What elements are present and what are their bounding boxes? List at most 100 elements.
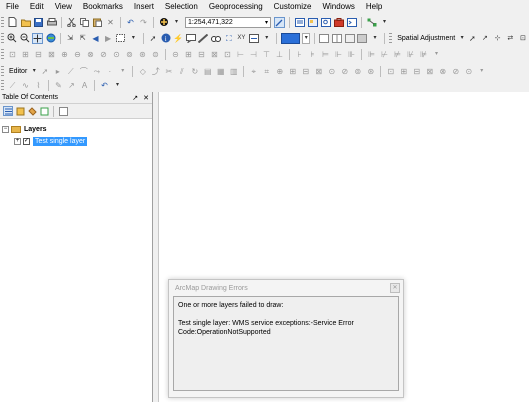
dropdown-arrow-icon[interactable]: ▾ <box>302 32 311 44</box>
layout-tool-1-icon[interactable]: ⊡ <box>7 49 18 60</box>
draw-polyline-icon[interactable]: ⌇ <box>33 80 44 91</box>
undo-icon[interactable]: ↶ <box>125 17 136 28</box>
georef-tool-8-icon[interactable]: ⊘ <box>339 66 350 77</box>
draw-text-icon[interactable]: A <box>79 80 90 91</box>
layout-tool-15-icon[interactable]: ⊟ <box>196 49 207 60</box>
georef-tool-3-icon[interactable]: ⊕ <box>274 66 285 77</box>
delete-icon[interactable]: ✕ <box>105 17 116 28</box>
layout-tool-7-icon[interactable]: ⊗ <box>85 49 96 60</box>
spatial-adjustment-menu[interactable]: Spatial Adjustment <box>394 33 458 44</box>
measure-icon[interactable] <box>198 33 209 44</box>
time-slider-icon[interactable] <box>249 33 260 44</box>
attributes-icon[interactable]: ▤ <box>202 66 213 77</box>
draw-arrow-icon[interactable]: ↗ <box>66 80 77 91</box>
split-tool-icon[interactable]: ⫽ <box>176 66 187 77</box>
layout-tool-17-icon[interactable]: ⊡ <box>222 49 233 60</box>
new-document-icon[interactable] <box>7 17 18 28</box>
draw-line-icon[interactable]: ⟋ <box>7 80 18 91</box>
cut-polygons-icon[interactable]: ✂ <box>163 66 174 77</box>
python-window-icon[interactable] <box>346 17 357 28</box>
save-icon[interactable] <box>33 17 44 28</box>
effects-icon[interactable] <box>319 33 330 44</box>
adjust-tool-2-icon[interactable]: ⊞ <box>398 66 409 77</box>
georef-tool-2-icon[interactable]: ⌗ <box>261 66 272 77</box>
dropdown-arrow-icon[interactable]: ▾ <box>431 49 442 60</box>
edit-vertices-icon[interactable]: ◇ <box>137 66 148 77</box>
select-elements-icon[interactable]: ➚ <box>467 33 478 44</box>
transparency-icon[interactable] <box>357 33 368 44</box>
georef-tool-1-icon[interactable]: ⌖ <box>248 66 259 77</box>
menu-selection[interactable]: Selection <box>159 0 203 14</box>
layout-tool-28-icon[interactable]: ⊬ <box>379 49 390 60</box>
layer-color-swatch[interactable] <box>280 32 301 44</box>
layout-tool-25-icon[interactable]: ⊩ <box>333 49 344 60</box>
toolbar-grip[interactable] <box>1 32 4 44</box>
flicker-icon[interactable] <box>344 33 355 44</box>
draw-freehand-icon[interactable]: ✎ <box>53 80 64 91</box>
collapse-icon[interactable]: − <box>2 125 9 133</box>
redo-icon[interactable]: ↷ <box>138 17 149 28</box>
create-features-icon[interactable]: ▥ <box>228 66 239 77</box>
menu-edit[interactable]: Edit <box>24 0 49 14</box>
catalog-window-icon[interactable] <box>307 17 318 28</box>
select-features-icon[interactable] <box>115 33 126 44</box>
menu-windows[interactable]: Windows <box>316 0 359 14</box>
dropdown-arrow-icon[interactable]: ▾ <box>476 66 487 77</box>
georef-tool-4-icon[interactable]: ⊞ <box>287 66 298 77</box>
close-icon[interactable]: ✕ <box>390 283 400 293</box>
layout-tool-20-icon[interactable]: ⊤ <box>261 49 272 60</box>
layer-name[interactable]: Test single layer <box>33 136 88 146</box>
fixed-zoom-out-icon[interactable]: ⇱ <box>77 33 88 44</box>
layer-row[interactable]: + ✓ Test single layer <box>2 135 150 147</box>
dropdown-arrow-icon[interactable]: ▾ <box>379 17 390 28</box>
layout-tool-26-icon[interactable]: ⊪ <box>346 49 357 60</box>
new-displacement-link-icon[interactable]: ↗ <box>480 33 491 44</box>
menu-view[interactable]: View <box>49 0 77 14</box>
list-by-source-icon[interactable] <box>15 106 25 116</box>
menu-help[interactable]: Help <box>360 0 387 14</box>
georef-tool-7-icon[interactable]: ⊙ <box>326 66 337 77</box>
draw-curve-icon[interactable]: ∿ <box>20 80 31 91</box>
rotate-tool-icon[interactable]: ↻ <box>189 66 200 77</box>
layer-visibility-checkbox[interactable]: ✓ <box>23 137 30 145</box>
georef-tool-9-icon[interactable]: ⊚ <box>352 66 363 77</box>
adjust-tool-4-icon[interactable]: ⊠ <box>424 66 435 77</box>
straight-segment-icon[interactable]: ⟋ <box>65 66 76 77</box>
print-icon[interactable] <box>46 17 57 28</box>
map-scale-combo[interactable]: 1:254,471,322 ▾ <box>185 16 271 28</box>
zoom-out-icon[interactable] <box>20 33 31 44</box>
arctoolbox-icon[interactable] <box>333 17 344 28</box>
edit-tool-icon[interactable]: ➚ <box>39 66 50 77</box>
html-popup-icon[interactable] <box>185 33 197 44</box>
trace-icon[interactable]: ⤳ <box>91 66 102 77</box>
point-icon[interactable]: · <box>104 66 115 77</box>
georef-tool-10-icon[interactable]: ⊛ <box>365 66 376 77</box>
georef-tool-6-icon[interactable]: ⊠ <box>313 66 324 77</box>
go-to-xy-icon[interactable]: XY <box>236 33 247 44</box>
model-builder-icon[interactable] <box>366 17 377 28</box>
layout-tool-14-icon[interactable]: ⊞ <box>183 49 194 60</box>
multiple-displacement-links-icon[interactable]: ⇄ <box>505 33 516 44</box>
swipe-icon[interactable] <box>332 33 343 44</box>
layout-tool-9-icon[interactable]: ⊙ <box>111 49 122 60</box>
layout-tool-22-icon[interactable]: ⊦ <box>294 49 305 60</box>
edit-annotation-icon[interactable]: ▸ <box>52 66 63 77</box>
fixed-zoom-in-icon[interactable]: ⇲ <box>65 33 76 44</box>
layout-tool-12-icon[interactable]: ⊜ <box>150 49 161 60</box>
open-folder-icon[interactable] <box>20 17 31 28</box>
toolbar-grip[interactable] <box>389 32 393 44</box>
back-extent-icon[interactable]: ◀ <box>90 33 101 44</box>
adjust-tool-7-icon[interactable]: ⊙ <box>463 66 474 77</box>
hyperlink-icon[interactable]: ⚡ <box>173 33 184 44</box>
layout-tool-8-icon[interactable]: ⊘ <box>98 49 109 60</box>
layers-group-row[interactable]: − Layers <box>2 123 150 135</box>
paste-icon[interactable] <box>92 17 103 28</box>
cut-icon[interactable] <box>66 17 77 28</box>
dropdown-arrow-icon[interactable]: ▾ <box>171 17 182 28</box>
layout-tool-3-icon[interactable]: ⊟ <box>33 49 44 60</box>
table-of-contents-icon[interactable] <box>294 17 305 28</box>
layout-tool-21-icon[interactable]: ⊥ <box>274 49 285 60</box>
layout-tool-2-icon[interactable]: ⊞ <box>20 49 31 60</box>
dropdown-arrow-icon[interactable]: ▾ <box>112 80 123 91</box>
select-elements-icon[interactable]: ➚ <box>148 33 159 44</box>
